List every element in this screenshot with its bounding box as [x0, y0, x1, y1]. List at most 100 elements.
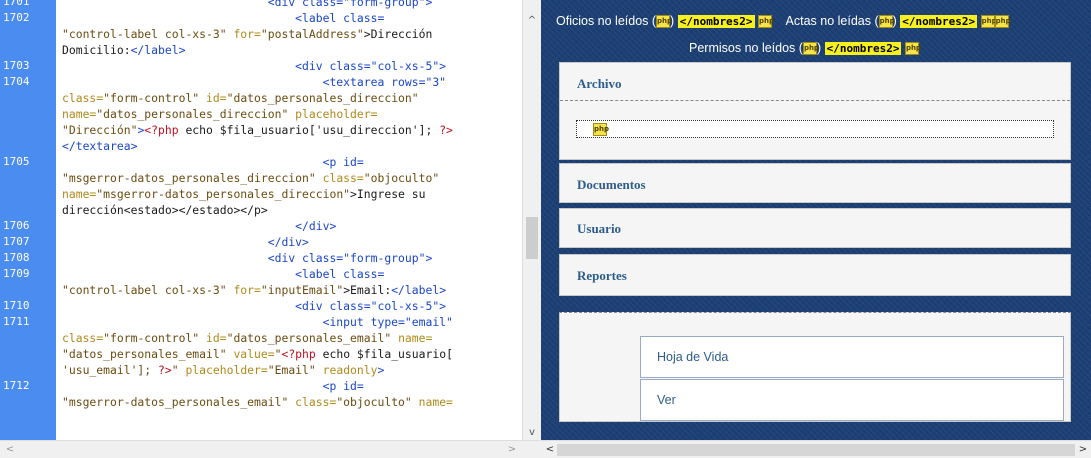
code-line[interactable]: "control-label col-xs-3" for="postalAddr… [0, 26, 522, 42]
code-line[interactable]: 1701 <div class="form-group"> [0, 0, 522, 10]
code-line[interactable]: 1712 <p id= [0, 378, 522, 394]
design-scroll-track[interactable] [557, 444, 1075, 456]
code-text: "control-label col-xs-3" for="inputEmail… [62, 282, 446, 298]
reportes-panel[interactable]: Reportes [559, 254, 1071, 296]
code-text: dirección<estado></estado></p> [62, 202, 268, 218]
code-text: name="datos_personales_direccion" placeh… [62, 106, 377, 122]
reportes-title[interactable]: Reportes [577, 268, 627, 284]
actas-notification[interactable]: Actas no leídas (php) </nombres2> phpphp [786, 14, 1011, 29]
code-line[interactable]: "msgerror-datos_personales_direccion" cl… [0, 170, 522, 186]
line-number: 1712 [3, 379, 30, 392]
code-text: <div class="form-group"> [62, 250, 433, 266]
code-token: <label class= [62, 267, 385, 281]
permisos-notification[interactable]: Permisos no leídos (php) </nombres2> php [689, 41, 921, 56]
oficios-notification[interactable]: Oficios no leídos (php) </nombres2> php [556, 14, 776, 29]
nombres2-closing-tag: </nombres2> [677, 15, 755, 29]
code-text: name="msgerror-datos_personales_direccio… [62, 186, 425, 202]
code-line[interactable]: </textarea> [0, 138, 522, 154]
design-view-pane[interactable]: Oficios no leídos (php) </nombres2> php … [541, 0, 1091, 440]
submenu-panel: Hoja de Vida Ver [559, 312, 1071, 422]
documentos-panel[interactable]: Documentos [559, 163, 1071, 203]
design-horizontal-scrollbar[interactable]: < > [541, 440, 1091, 458]
code-token: <?php [144, 123, 179, 137]
code-text-area[interactable]: 1701 <div class="form-group"> 1702 <label… [0, 0, 522, 440]
usuario-panel[interactable]: Usuario [559, 208, 1071, 248]
scroll-down-icon[interactable]: v [527, 428, 537, 438]
code-token: "objoculto" [363, 171, 440, 185]
code-text: "msgerror-datos_personales_direccion" cl… [62, 170, 439, 186]
code-token: 'usu_email']; [62, 363, 159, 377]
code-line[interactable]: class="form-control" id="datos_personale… [0, 330, 522, 346]
code-vertical-scrollbar[interactable]: ^ v [522, 0, 540, 440]
code-token: "control-label col-xs-3" [62, 283, 234, 297]
code-line[interactable]: 1711 <input type="email" [0, 314, 522, 330]
code-token: >Dirección [363, 27, 433, 41]
code-token: <div class="form-group"> [62, 251, 433, 265]
documentos-title[interactable]: Documentos [577, 177, 646, 193]
code-line[interactable]: name="msgerror-datos_personales_direccio… [0, 186, 522, 202]
code-token: "form-control" [103, 91, 207, 105]
code-token: "datos_personales_email" [226, 331, 399, 345]
code-text: "control-label col-xs-3" for="postalAddr… [62, 26, 432, 42]
code-token: readonly [322, 363, 378, 377]
code-line[interactable]: name="datos_personales_direccion" placeh… [0, 106, 522, 122]
archivo-php-placeholder[interactable]: php [576, 120, 1054, 138]
code-line[interactable]: Domicilio:</label> [0, 42, 522, 58]
code-token: value= [233, 347, 275, 361]
code-line[interactable]: 1709 <label class= [0, 266, 522, 282]
code-token: > [377, 363, 385, 377]
code-line[interactable]: 1702 <label class= [0, 10, 522, 26]
line-number: 1701 [3, 0, 30, 8]
code-token: "control-label col-xs-3" [62, 27, 234, 41]
menu-item-hoja-de-vida[interactable]: Hoja de Vida [640, 336, 1064, 378]
code-text: class="form-control" id="datos_personale… [62, 330, 432, 346]
code-token: class= [62, 91, 104, 105]
archivo-title[interactable]: Archivo [577, 76, 622, 92]
code-token: <div class="form-group"> [62, 0, 433, 9]
code-line[interactable]: 1710 <div class="col-xs-5"> [0, 298, 522, 314]
code-line[interactable]: "control-label col-xs-3" for="inputEmail… [0, 282, 522, 298]
code-scroll-thumb[interactable] [526, 217, 538, 259]
archivo-panel[interactable]: Archivo php [559, 62, 1071, 160]
line-number: 1708 [3, 251, 30, 264]
code-token: for= [233, 283, 261, 297]
code-line[interactable]: 1706 </div> [0, 218, 522, 234]
code-editor-pane[interactable]: 1701 <div class="form-group"> 1702 <label… [0, 0, 540, 458]
code-token: echo $fila_usuario[ [315, 347, 453, 361]
code-line[interactable]: 1707 </div> [0, 234, 522, 250]
code-text: <label class= [62, 266, 384, 282]
code-line[interactable]: 1703 <div class="col-xs-5"> [0, 58, 522, 74]
code-line[interactable]: 1708 <div class="form-group"> [0, 250, 522, 266]
scroll-up-icon[interactable]: ^ [527, 16, 537, 26]
code-token: <textarea rows="3" [62, 75, 447, 89]
code-token: name= [62, 187, 97, 201]
code-line[interactable]: "msgerror-datos_personales_email" class=… [0, 394, 522, 410]
code-line[interactable]: 1705 <p id= [0, 154, 522, 170]
php-icon: php [994, 15, 1011, 29]
code-line[interactable]: class="form-control" id="datos_personale… [0, 90, 522, 106]
code-token: ?> [158, 363, 172, 377]
php-icon: php [878, 15, 895, 29]
code-token: "msgerror-datos_personales_direccion" [96, 187, 351, 201]
code-text: <div class="form-group"> [62, 0, 433, 10]
nombres2-closing-tag: </nombres2> [824, 42, 902, 56]
code-token: </div> [62, 235, 309, 249]
code-text: <label class= [62, 10, 384, 26]
code-line[interactable]: "Dirección"><?php echo $fila_usuario['us… [0, 122, 522, 138]
code-text: "Dirección"><?php echo $fila_usuario['us… [62, 122, 453, 138]
code-line[interactable]: "datos_personales_email" value="<?php ec… [0, 346, 522, 362]
scroll-right-icon[interactable]: > [506, 444, 518, 456]
usuario-title[interactable]: Usuario [577, 221, 621, 237]
code-token: <p id= [62, 379, 364, 393]
scroll-left-icon[interactable]: < [544, 444, 556, 456]
line-number: 1707 [3, 235, 30, 248]
code-line[interactable]: 1704 <textarea rows="3" [0, 74, 522, 90]
scroll-left-icon[interactable]: < [4, 444, 16, 456]
code-token: "form-control" [103, 331, 207, 345]
code-token: <p id= [62, 155, 364, 169]
code-line[interactable]: 'usu_email']; ?>" placeholder="Email" re… [0, 362, 522, 378]
scroll-right-icon[interactable]: > [1077, 444, 1089, 456]
code-horizontal-scrollbar[interactable]: < > [0, 440, 540, 458]
menu-item-ver[interactable]: Ver [640, 379, 1064, 421]
code-line[interactable]: dirección<estado></estado></p> [0, 202, 522, 218]
